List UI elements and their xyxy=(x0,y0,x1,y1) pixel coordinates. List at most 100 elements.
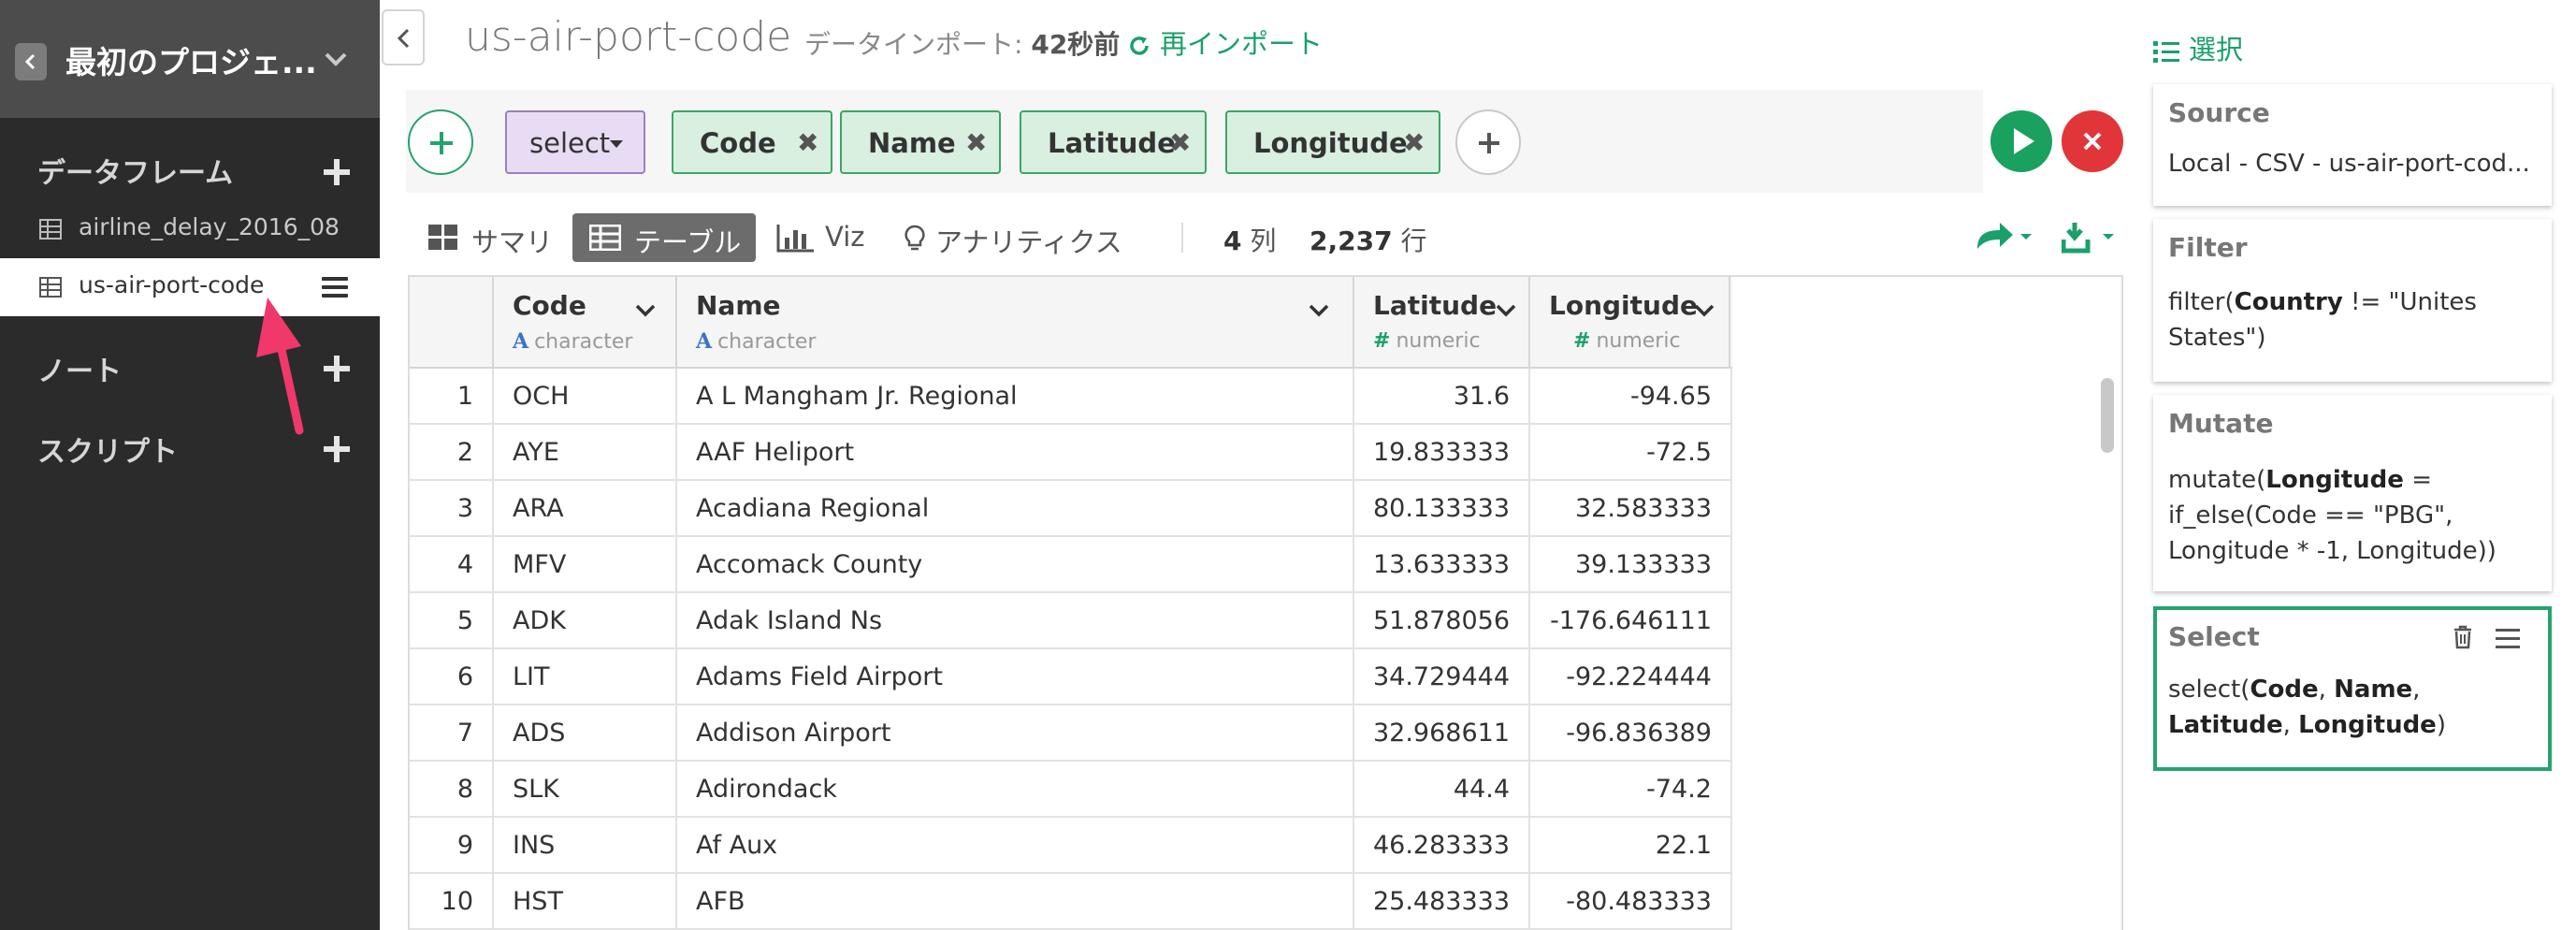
cell-code: ADK xyxy=(492,593,675,649)
table-row[interactable]: 8 SLK Adirondack 44.4 -74.2 xyxy=(410,762,1732,818)
cell-name: Acadiana Regional xyxy=(675,481,1353,537)
step-card-select[interactable]: Select select(Code, Name, Latitude, Long… xyxy=(2153,606,2552,771)
code-column: Code xyxy=(2250,676,2319,704)
cancel-button[interactable] xyxy=(2062,110,2123,172)
menu-icon[interactable] xyxy=(322,277,348,298)
tab-viz[interactable]: Viz xyxy=(776,213,870,262)
tab-analytics[interactable]: アナリティクス xyxy=(904,213,1128,262)
column-header-name[interactable]: Name Acharacter xyxy=(675,277,1353,369)
download-icon[interactable] xyxy=(2062,221,2123,254)
lightbulb-icon xyxy=(904,225,925,251)
column-name: Name xyxy=(696,290,781,321)
list-icon xyxy=(2153,41,2179,63)
back-button[interactable] xyxy=(15,43,47,80)
numeric-type-icon: # xyxy=(1373,329,1391,353)
column-chip-code[interactable]: Code ✖ xyxy=(672,110,832,174)
menu-icon[interactable] xyxy=(2496,629,2520,649)
table-row[interactable]: 1 OCH A L Mangham Jr. Regional 31.6 -94.65 xyxy=(410,369,1732,425)
column-chip-latitude[interactable]: Latitude ✖ xyxy=(1020,110,1207,174)
add-dataframe-icon[interactable] xyxy=(324,159,350,185)
column-name: Latitude xyxy=(1373,290,1498,321)
row-count-value: 2,237 xyxy=(1310,225,1393,256)
code-text: , xyxy=(2282,711,2299,739)
cell-code: HST xyxy=(492,874,675,930)
cell-longitude: 39.133333 xyxy=(1528,537,1730,593)
add-step-button[interactable] xyxy=(408,109,473,175)
table-row[interactable]: 2 AYE AAF Heliport 19.833333 -72.5 xyxy=(410,425,1732,481)
table-icon xyxy=(39,219,62,240)
cell-latitude: 32.968611 xyxy=(1353,705,1528,762)
tab-table[interactable]: テーブル xyxy=(572,213,756,262)
scrollbar[interactable] xyxy=(2093,371,2121,930)
cell-longitude: -96.836389 xyxy=(1528,705,1730,762)
cell-longitude: 22.1 xyxy=(1528,818,1730,874)
dataframe-item-airline-delay[interactable]: airline_delay_2016_08 xyxy=(0,200,380,258)
dataframe-item-us-air-port-code[interactable]: us-air-port-code xyxy=(0,258,380,316)
column-type: # numeric xyxy=(1373,329,1481,353)
row-number: 1 xyxy=(456,382,473,411)
function-label: select xyxy=(529,127,611,159)
tab-label: テーブル xyxy=(634,226,742,258)
column-type-label: character xyxy=(534,330,633,354)
column-header-longitude[interactable]: Longitude # numeric xyxy=(1528,277,1730,369)
add-script-icon[interactable] xyxy=(324,436,350,462)
dataframe-title: us-air-port-code xyxy=(465,13,792,61)
cell-longitude: -176.646111 xyxy=(1528,593,1730,649)
import-info: データインポート: 42秒前 xyxy=(804,24,1120,62)
add-column-button[interactable] xyxy=(1455,109,1521,175)
function-dropdown[interactable]: select xyxy=(505,110,645,174)
chevron-down-icon[interactable] xyxy=(1308,303,1330,318)
trash-icon[interactable] xyxy=(2453,625,2473,649)
code-text: filter( xyxy=(2168,288,2235,316)
remove-icon[interactable]: ✖ xyxy=(1169,127,1191,158)
row-count-unit: 行 xyxy=(1400,225,1427,256)
add-note-icon[interactable] xyxy=(324,356,350,382)
step-card-filter[interactable]: Filter filter(Country != "Unites States"… xyxy=(2153,219,2552,382)
step-card-source[interactable]: Source Local - CSV - us-air-port-cod... xyxy=(2153,84,2552,206)
row-number: 10 xyxy=(441,887,473,916)
chevron-down-icon[interactable] xyxy=(324,51,348,67)
table-row[interactable]: 7 ADS Addison Airport 32.968611 -96.836389 xyxy=(410,705,1732,762)
table-row[interactable]: 10 HST AFB 25.483333 -80.483333 xyxy=(410,874,1732,930)
column-chip-name[interactable]: Name ✖ xyxy=(840,110,1001,174)
chevron-down-icon[interactable] xyxy=(634,303,657,318)
step-body: filter(Country != "Unites States") xyxy=(2168,284,2542,356)
run-button[interactable] xyxy=(1990,110,2052,172)
table-row[interactable]: 9 INS Af Aux 46.283333 22.1 xyxy=(410,818,1732,874)
collapse-sidebar-button[interactable] xyxy=(382,9,425,65)
remove-icon[interactable]: ✖ xyxy=(1403,127,1425,158)
cell-latitude: 25.483333 xyxy=(1353,874,1528,930)
tab-summary[interactable]: サマリ xyxy=(423,213,563,262)
column-chip-longitude[interactable]: Longitude ✖ xyxy=(1225,110,1440,174)
dataframe-label: airline_delay_2016_08 xyxy=(79,213,340,240)
table-row[interactable]: 5 ADK Adak Island Ns 51.878056 -176.646111 xyxy=(410,593,1732,649)
summary-icon xyxy=(428,225,457,250)
section-dataframes: データフレーム xyxy=(37,157,234,190)
project-title[interactable]: 最初のプロジェ... xyxy=(65,37,317,82)
scrollbar-thumb[interactable] xyxy=(2101,378,2114,453)
cell-name: AFB xyxy=(675,874,1353,930)
numeric-type-icon: # xyxy=(1573,329,1591,353)
chevron-down-icon[interactable] xyxy=(1495,303,1517,318)
step-body: select(Code, Name, Latitude, Longitude) xyxy=(2168,672,2542,743)
column-header-code[interactable]: Code Acharacter xyxy=(492,277,675,369)
cell-name: Accomack County xyxy=(675,537,1353,593)
remove-icon[interactable]: ✖ xyxy=(797,127,818,158)
reimport-button[interactable]: 再インポート xyxy=(1128,22,1323,62)
table-row[interactable]: 6 LIT Adams Field Airport 34.729444 -92.2244… xyxy=(410,649,1732,705)
remove-icon[interactable]: ✖ xyxy=(965,127,987,158)
column-header-latitude[interactable]: Latitude # numeric xyxy=(1353,277,1528,369)
column-divider xyxy=(1730,369,1732,930)
cell-longitude: -72.5 xyxy=(1528,425,1730,481)
reimport-label: 再インポート xyxy=(1160,28,1324,60)
caret-down-icon xyxy=(610,140,623,148)
import-label: データインポート: xyxy=(804,29,1032,60)
tab-label: Viz xyxy=(825,221,865,253)
table-row[interactable]: 4 MFV Accomack County 13.633333 39.133333 xyxy=(410,537,1732,593)
step-card-mutate[interactable]: Mutate mutate(Longitude = if_else(Code =… xyxy=(2153,395,2552,591)
share-icon[interactable] xyxy=(1974,221,2035,253)
table-row[interactable]: 3 ARA Acadiana Regional 80.133333 32.583333 xyxy=(410,481,1732,537)
steps-header[interactable]: 選択 xyxy=(2153,28,2243,67)
cell-latitude: 44.4 xyxy=(1353,762,1528,818)
chevron-down-icon[interactable] xyxy=(1693,303,1715,318)
